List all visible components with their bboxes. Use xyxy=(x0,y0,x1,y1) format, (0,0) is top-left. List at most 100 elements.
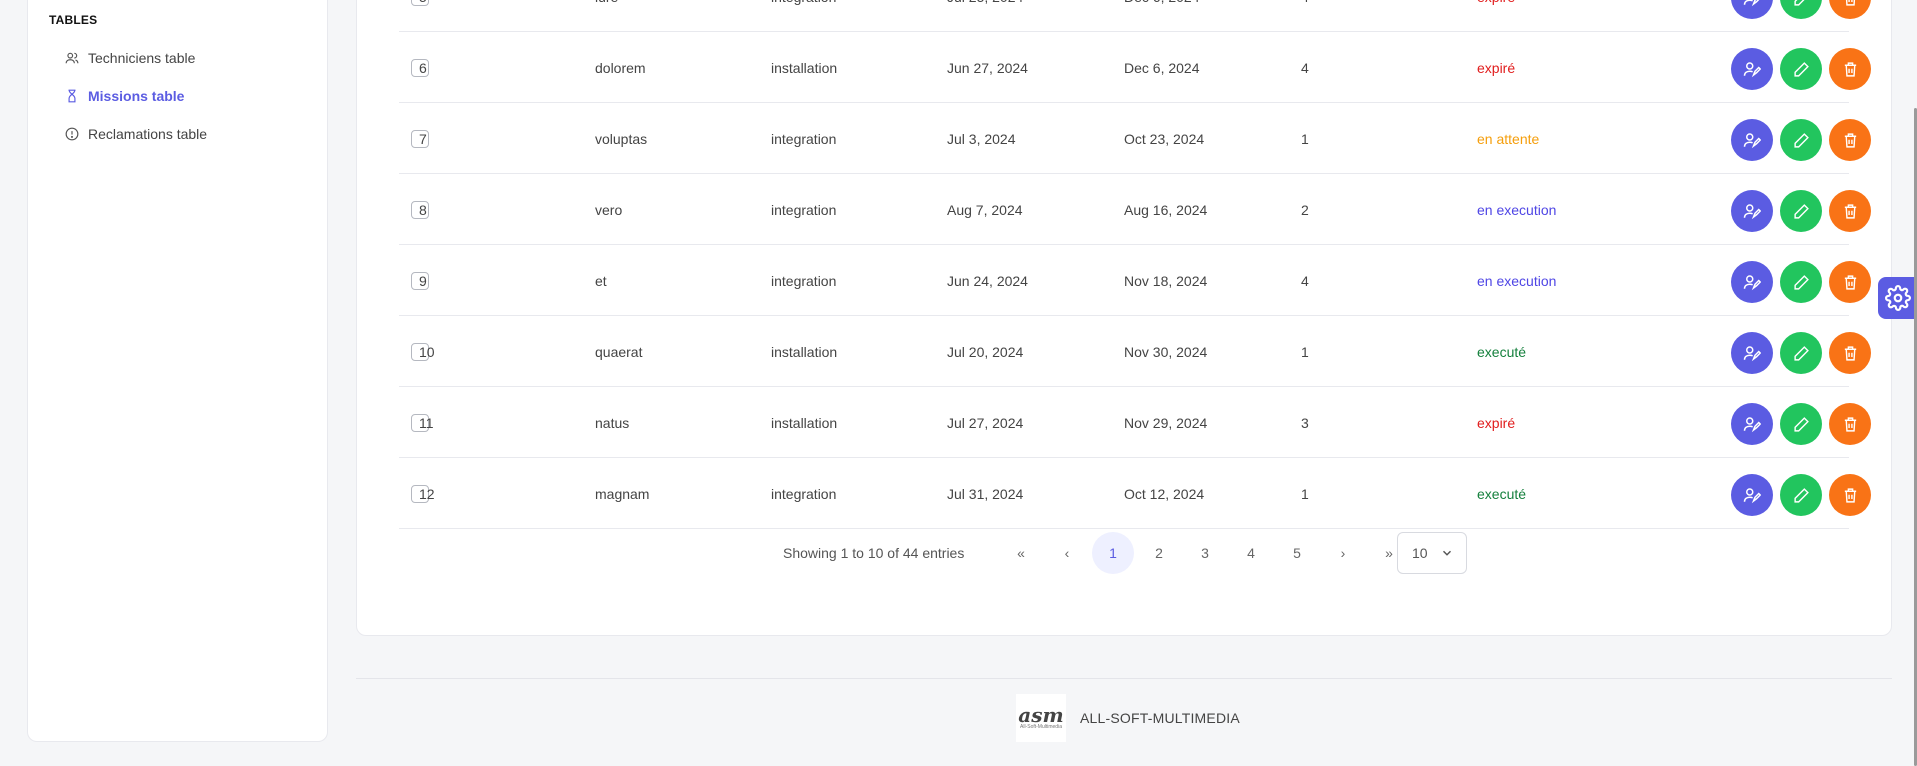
delete-button[interactable] xyxy=(1829,332,1871,374)
delete-button[interactable] xyxy=(1829,48,1871,90)
edit-button[interactable] xyxy=(1780,0,1822,19)
page-button-5[interactable]: 5 xyxy=(1276,532,1318,574)
cell-type: installation xyxy=(771,415,838,431)
cell-start: Jul 27, 2024 xyxy=(947,415,1024,431)
cell-status: executé xyxy=(1477,344,1527,360)
table-row: 5 iure integration Jul 25, 2024 Dec 6, 2024 4… xyxy=(399,0,1871,32)
cell-count: 3 xyxy=(1301,415,1309,431)
trash-icon xyxy=(1842,0,1859,7)
assign-button[interactable] xyxy=(1731,261,1773,303)
cell-count: 1 xyxy=(1301,486,1309,502)
pagination: Showing 1 to 10 of 44 entries « ‹ 1 2 3 … xyxy=(357,532,1893,574)
user-assign-icon xyxy=(1743,486,1761,504)
edit-button[interactable] xyxy=(1780,403,1822,445)
trash-icon xyxy=(1842,274,1859,291)
cell-end: Oct 23, 2024 xyxy=(1124,131,1205,147)
cell-id: 11 xyxy=(419,415,434,431)
pencil-icon xyxy=(1793,203,1810,220)
cell-id: 10 xyxy=(419,344,435,360)
trash-icon xyxy=(1842,203,1859,220)
sidebar-item-techniciens[interactable]: Techniciens table xyxy=(64,47,195,69)
user-assign-icon xyxy=(1743,60,1761,78)
pencil-icon xyxy=(1793,416,1810,433)
edit-button[interactable] xyxy=(1780,261,1822,303)
sidebar-item-missions[interactable]: Missions table xyxy=(64,85,184,107)
cell-start: Jun 27, 2024 xyxy=(947,60,1028,76)
sidebar-item-label: Reclamations table xyxy=(88,126,208,142)
page-button-1[interactable]: 1 xyxy=(1092,532,1134,574)
next-page-button[interactable]: › xyxy=(1322,532,1364,574)
assign-button[interactable] xyxy=(1731,332,1773,374)
assign-button[interactable] xyxy=(1731,474,1773,516)
footer: asm All-Soft-Multimedia ALL-SOFT-MULTIME… xyxy=(1016,694,1240,742)
cell-status: expiré xyxy=(1477,0,1515,32)
cell-start: Jul 20, 2024 xyxy=(947,344,1024,360)
footer-brand-name: ALL-SOFT-MULTIMEDIA xyxy=(1080,710,1240,726)
page-size-value: 10 xyxy=(1412,545,1428,561)
user-assign-icon xyxy=(1743,202,1761,220)
page-size-select[interactable]: 10 xyxy=(1397,532,1467,574)
settings-button[interactable] xyxy=(1878,277,1917,319)
sidebar: TABLES Techniciens table Missions table … xyxy=(27,0,328,742)
cell-title: magnam xyxy=(595,486,650,502)
cell-id: 6 xyxy=(419,60,427,76)
pencil-icon xyxy=(1793,345,1810,362)
cell-status: en execution xyxy=(1477,202,1557,218)
footer-divider xyxy=(356,678,1892,679)
cell-type: integration xyxy=(771,131,837,147)
cell-count: 2 xyxy=(1301,202,1309,218)
pencil-icon xyxy=(1793,132,1810,149)
cell-start: Aug 7, 2024 xyxy=(947,202,1023,218)
edit-button[interactable] xyxy=(1780,119,1822,161)
edit-button[interactable] xyxy=(1780,190,1822,232)
cell-id: 8 xyxy=(419,202,427,218)
delete-button[interactable] xyxy=(1829,474,1871,516)
cell-start: Jul 25, 2024 xyxy=(947,0,1023,32)
assign-button[interactable] xyxy=(1731,0,1773,19)
pencil-icon xyxy=(1793,61,1810,78)
chevron-down-icon xyxy=(1440,546,1454,563)
edit-button[interactable] xyxy=(1780,48,1822,90)
delete-button[interactable] xyxy=(1829,403,1871,445)
sidebar-item-reclamations[interactable]: Reclamations table xyxy=(64,123,207,145)
table-row: 12 magnam integration Jul 31, 2024 Oct 12, 2… xyxy=(399,459,1871,529)
cell-title: et xyxy=(595,273,607,289)
trash-icon xyxy=(1842,416,1859,433)
delete-button[interactable] xyxy=(1829,119,1871,161)
assign-button[interactable] xyxy=(1731,403,1773,445)
cell-start: Jun 24, 2024 xyxy=(947,273,1028,289)
pencil-icon xyxy=(1793,274,1810,291)
assign-button[interactable] xyxy=(1731,190,1773,232)
trash-icon xyxy=(1842,132,1859,149)
alert-circle-icon xyxy=(64,126,80,142)
cell-end: Aug 16, 2024 xyxy=(1124,202,1208,218)
cell-status: expiré xyxy=(1477,415,1516,431)
table-row: 6 dolorem installation Jun 27, 2024 Dec 6, 2… xyxy=(399,33,1871,103)
cell-title: natus xyxy=(595,415,630,431)
users-icon xyxy=(64,50,80,66)
delete-button[interactable] xyxy=(1829,261,1871,303)
pagination-info: Showing 1 to 10 of 44 entries xyxy=(783,545,965,561)
cell-end: Nov 18, 2024 xyxy=(1124,273,1208,289)
page-button-4[interactable]: 4 xyxy=(1230,532,1272,574)
prev-page-button[interactable]: ‹ xyxy=(1046,532,1088,574)
cell-end: Dec 6, 2024 xyxy=(1124,60,1200,76)
page-button-2[interactable]: 2 xyxy=(1138,532,1180,574)
delete-button[interactable] xyxy=(1829,190,1871,232)
table-row: 9 et integration Jun 24, 2024 Nov 18, 2024 4 e… xyxy=(399,246,1871,316)
edit-button[interactable] xyxy=(1780,474,1822,516)
trash-icon xyxy=(1842,61,1859,78)
cell-title: vero xyxy=(595,202,623,218)
delete-button[interactable] xyxy=(1829,0,1871,19)
assign-button[interactable] xyxy=(1731,48,1773,90)
cell-count: 4 xyxy=(1301,60,1309,76)
table-row: 7 voluptas integration Jul 3, 2024 Oct 23, 2… xyxy=(399,104,1871,174)
first-page-button[interactable]: « xyxy=(1000,532,1042,574)
cell-status: executé xyxy=(1477,486,1527,502)
edit-button[interactable] xyxy=(1780,332,1822,374)
assign-button[interactable] xyxy=(1731,119,1773,161)
cell-count: 4 xyxy=(1301,273,1309,289)
page-button-3[interactable]: 3 xyxy=(1184,532,1226,574)
gear-icon xyxy=(1885,285,1911,311)
cell-count: 1 xyxy=(1301,344,1309,360)
